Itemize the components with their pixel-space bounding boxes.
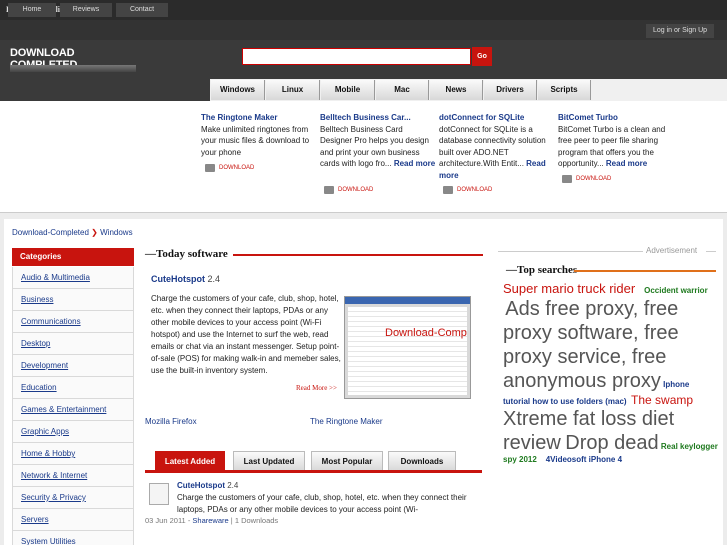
featured-item: Belltech Business Car... Belltech Busine…: [320, 112, 436, 194]
today-desc: Charge the customers of your cafe, club,…: [151, 294, 341, 375]
cat-linux[interactable]: Linux: [266, 80, 320, 100]
tab-downloads[interactable]: Downloads: [388, 451, 456, 471]
software-icon[interactable]: [149, 483, 169, 505]
download-count: 1 Downloads: [234, 516, 279, 525]
featured-title[interactable]: Belltech Business Car...: [320, 112, 436, 124]
featured-title[interactable]: BitComet Turbo: [558, 112, 678, 124]
breadcrumb: Download-Completed ❯ Windows: [12, 228, 133, 237]
today-heading: —Today software: [145, 248, 228, 260]
search-input[interactable]: [242, 48, 471, 65]
download-link[interactable]: DOWNLOAD: [205, 162, 254, 174]
search-tag[interactable]: The swamp: [631, 393, 693, 407]
today-title[interactable]: CuteHotspot 2.4: [151, 274, 220, 284]
divider: [498, 251, 643, 252]
featured-title[interactable]: The Ringtone Maker: [201, 112, 317, 124]
search-tag[interactable]: 4Videosoft iPhone 4: [546, 455, 622, 464]
cat-drivers[interactable]: Drivers: [484, 80, 537, 100]
latest-version: 2.4: [227, 481, 239, 490]
download-link[interactable]: DOWNLOAD: [443, 184, 492, 196]
latest-date: 03 Jun 2011: [145, 516, 186, 525]
search-tag[interactable]: Ads free proxy, free proxy software, fre…: [503, 298, 679, 392]
featured-item: BitComet Turbo BitComet Turbo is a clean…: [558, 112, 678, 192]
top-searches-text: Top searches: [517, 264, 578, 276]
latest-title-text[interactable]: CuteHotspot: [177, 481, 225, 490]
advertisement-label: Advertisement: [646, 246, 698, 255]
featured-desc: Make unlimited ringtones from your music…: [201, 124, 310, 157]
sidebar-item-communications[interactable]: Communications: [12, 311, 134, 333]
cat-windows[interactable]: Windows: [211, 80, 265, 100]
related-link[interactable]: Mozilla Firefox: [145, 417, 197, 426]
sidebar-item-network[interactable]: Network & Internet: [12, 465, 134, 487]
top-searches-heading: —Top searches: [506, 264, 578, 276]
cat-mac[interactable]: Mac: [376, 80, 429, 100]
cat-scripts[interactable]: Scripts: [538, 80, 591, 100]
tab-last-updated[interactable]: Last Updated: [233, 451, 305, 471]
site-logo[interactable]: DOWNLOAD COMPLETED: [10, 47, 136, 75]
latest-title[interactable]: CuteHotspot 2.4: [177, 481, 238, 490]
today-title-text[interactable]: CuteHotspot: [151, 274, 205, 284]
watermark: Download-Comp: [385, 327, 467, 339]
search-go-button[interactable]: Go: [472, 47, 492, 66]
sidebar-item-graphic-apps[interactable]: Graphic Apps: [12, 421, 134, 443]
tab-latest-added[interactable]: Latest Added: [155, 451, 225, 471]
nav-home[interactable]: Home: [8, 3, 56, 17]
tab-most-popular[interactable]: Most Popular: [311, 451, 383, 471]
cat-mobile[interactable]: Mobile: [321, 80, 375, 100]
license-link[interactable]: Shareware: [192, 516, 228, 525]
top-nav: [0, 20, 727, 40]
search-tag[interactable]: Occident warrior: [644, 286, 708, 295]
sidebar-item-audio[interactable]: Audio & Multimedia: [12, 267, 134, 289]
software-screenshot[interactable]: Download-Comp: [344, 296, 471, 399]
breadcrumb-current[interactable]: Windows: [100, 228, 132, 237]
sidebar-item-desktop[interactable]: Desktop: [12, 333, 134, 355]
read-more-link[interactable]: Read more: [606, 159, 647, 168]
categories-list: Audio & Multimedia Business Communicatio…: [12, 267, 134, 545]
sidebar-item-development[interactable]: Development: [12, 355, 134, 377]
divider: [233, 254, 483, 256]
breadcrumb-home[interactable]: Download-Completed: [12, 228, 89, 237]
featured-title[interactable]: dotConnect for SQLite: [439, 112, 555, 124]
sidebar-item-security[interactable]: Security & Privacy: [12, 487, 134, 509]
login-link[interactable]: Log in or Sign Up: [646, 24, 714, 38]
latest-meta: 03 Jun 2011 - Shareware | 1 Downloads: [145, 516, 279, 525]
read-more-link[interactable]: Read More >>: [296, 384, 337, 392]
divider: [574, 270, 716, 272]
today-version: 2.4: [207, 274, 221, 284]
cat-news[interactable]: News: [430, 80, 483, 100]
chevron-right-icon: ❯: [91, 228, 98, 237]
featured-item: The Ringtone Maker Make unlimited ringto…: [201, 112, 317, 192]
sidebar-item-business[interactable]: Business: [12, 289, 134, 311]
tabs-underline: [145, 470, 482, 473]
nav-contact[interactable]: Contact: [116, 3, 168, 17]
tag-cloud: Super mario truck rider Occident warrior…: [503, 281, 718, 465]
read-more-link[interactable]: Read more: [394, 159, 435, 168]
sidebar-item-servers[interactable]: Servers: [12, 509, 134, 531]
featured-item: dotConnect for SQLite dotConnect for SQL…: [439, 112, 555, 194]
search-tag[interactable]: Drop dead: [565, 432, 658, 454]
nav-reviews[interactable]: Reviews: [60, 3, 112, 17]
today-heading-text: Today software: [156, 248, 228, 260]
download-link[interactable]: DOWNLOAD: [324, 184, 373, 196]
sidebar-item-education[interactable]: Education: [12, 377, 134, 399]
sidebar-item-home-hobby[interactable]: Home & Hobby: [12, 443, 134, 465]
latest-desc: Charge the customers of your cafe, club,…: [177, 493, 467, 514]
search-tag[interactable]: Super mario truck rider: [503, 281, 635, 296]
sidebar-item-system-utilities[interactable]: System Utilities: [12, 531, 134, 545]
categories-heading: Categories: [12, 248, 134, 266]
download-link[interactable]: DOWNLOAD: [562, 173, 611, 185]
sidebar-item-games[interactable]: Games & Entertainment: [12, 399, 134, 421]
divider: [706, 251, 716, 252]
related-link[interactable]: The Ringtone Maker: [310, 417, 382, 426]
